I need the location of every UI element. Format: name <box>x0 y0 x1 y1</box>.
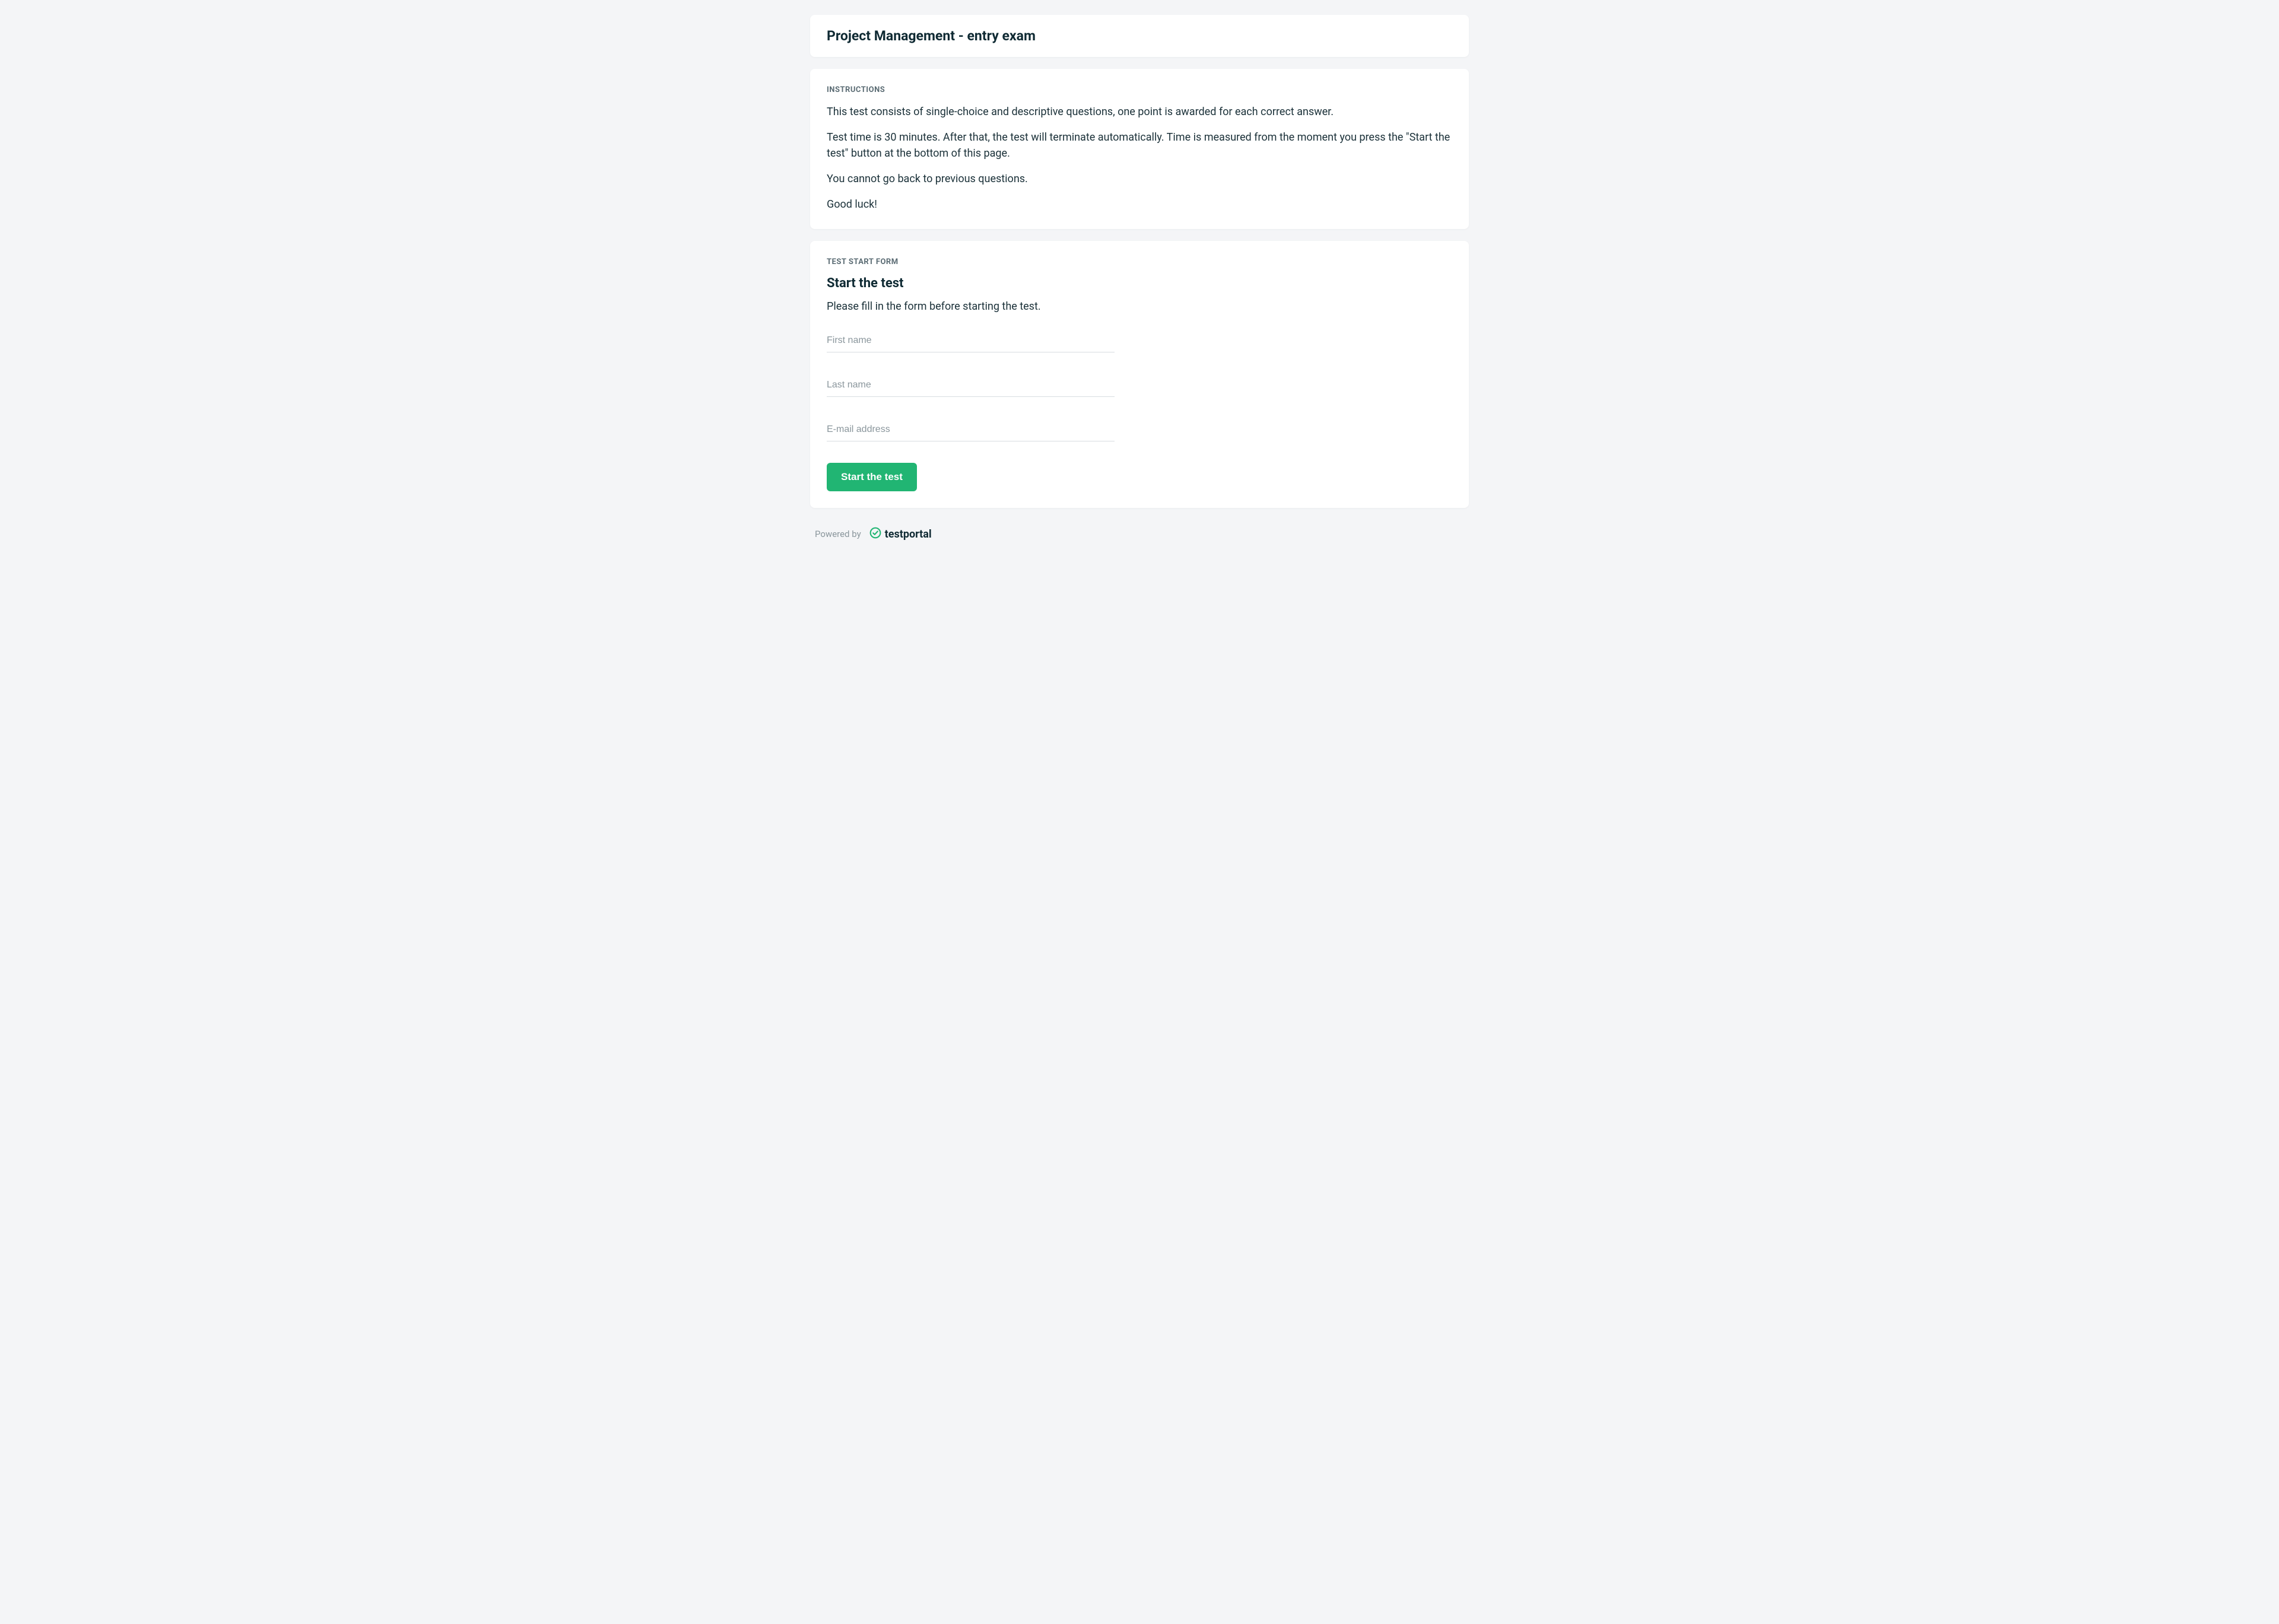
brand-link[interactable]: testportal <box>869 527 932 541</box>
start-test-button[interactable]: Start the test <box>827 463 917 491</box>
email-field-wrapper <box>827 418 1115 441</box>
instructions-label: INSTRUCTIONS <box>827 85 1452 94</box>
last-name-field-wrapper <box>827 374 1115 397</box>
instruction-paragraph: Test time is 30 minutes. After that, the… <box>827 129 1452 161</box>
footer: Powered by testportal <box>810 520 1469 548</box>
email-input[interactable] <box>827 418 1115 441</box>
form-subtitle: Please fill in the form before starting … <box>827 300 1452 313</box>
last-name-input[interactable] <box>827 374 1115 397</box>
brand-checkmark-icon <box>869 527 881 541</box>
instruction-paragraph: This test consists of single-choice and … <box>827 104 1452 120</box>
instructions-text: This test consists of single-choice and … <box>827 104 1452 212</box>
title-card: Project Management - entry exam <box>810 15 1469 57</box>
instruction-paragraph: You cannot go back to previous questions… <box>827 171 1452 187</box>
form-title: Start the test <box>827 276 1452 291</box>
page-title: Project Management - entry exam <box>827 28 1452 44</box>
first-name-field-wrapper <box>827 329 1115 352</box>
form-card: TEST START FORM Start the test Please fi… <box>810 241 1469 508</box>
powered-by-text: Powered by <box>815 529 861 539</box>
form-label: TEST START FORM <box>827 258 1452 266</box>
brand-name: testportal <box>885 528 932 541</box>
first-name-input[interactable] <box>827 329 1115 352</box>
instruction-paragraph: Good luck! <box>827 196 1452 212</box>
instructions-card: INSTRUCTIONS This test consists of singl… <box>810 69 1469 229</box>
